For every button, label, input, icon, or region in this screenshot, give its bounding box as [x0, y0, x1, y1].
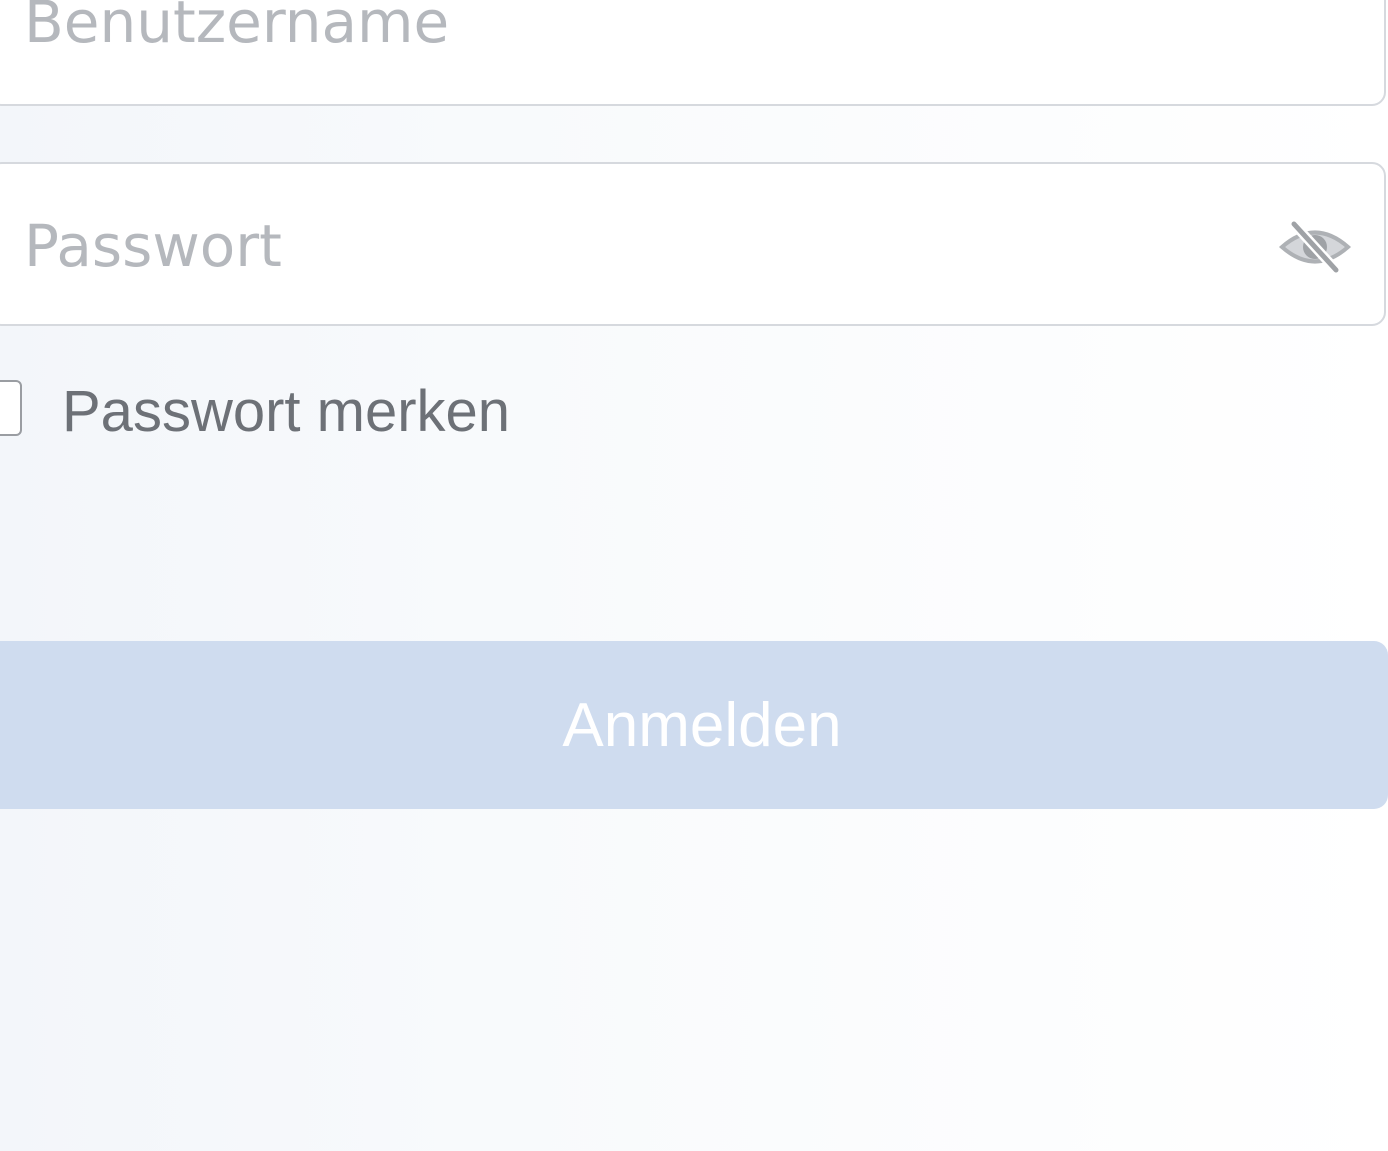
login-button-label: Anmelden: [562, 690, 842, 760]
remember-password-checkbox[interactable]: [0, 380, 22, 436]
eye-slash-icon[interactable]: [1276, 212, 1354, 282]
login-button[interactable]: Anmelden: [0, 641, 1388, 809]
password-input[interactable]: [24, 196, 1224, 296]
password-field-container[interactable]: [0, 162, 1386, 326]
eye-slash-icon-graphic: [1278, 219, 1352, 275]
username-input[interactable]: [24, 0, 1224, 72]
remember-password-label: Passwort merken: [62, 379, 511, 444]
username-field-container[interactable]: [0, 0, 1386, 106]
